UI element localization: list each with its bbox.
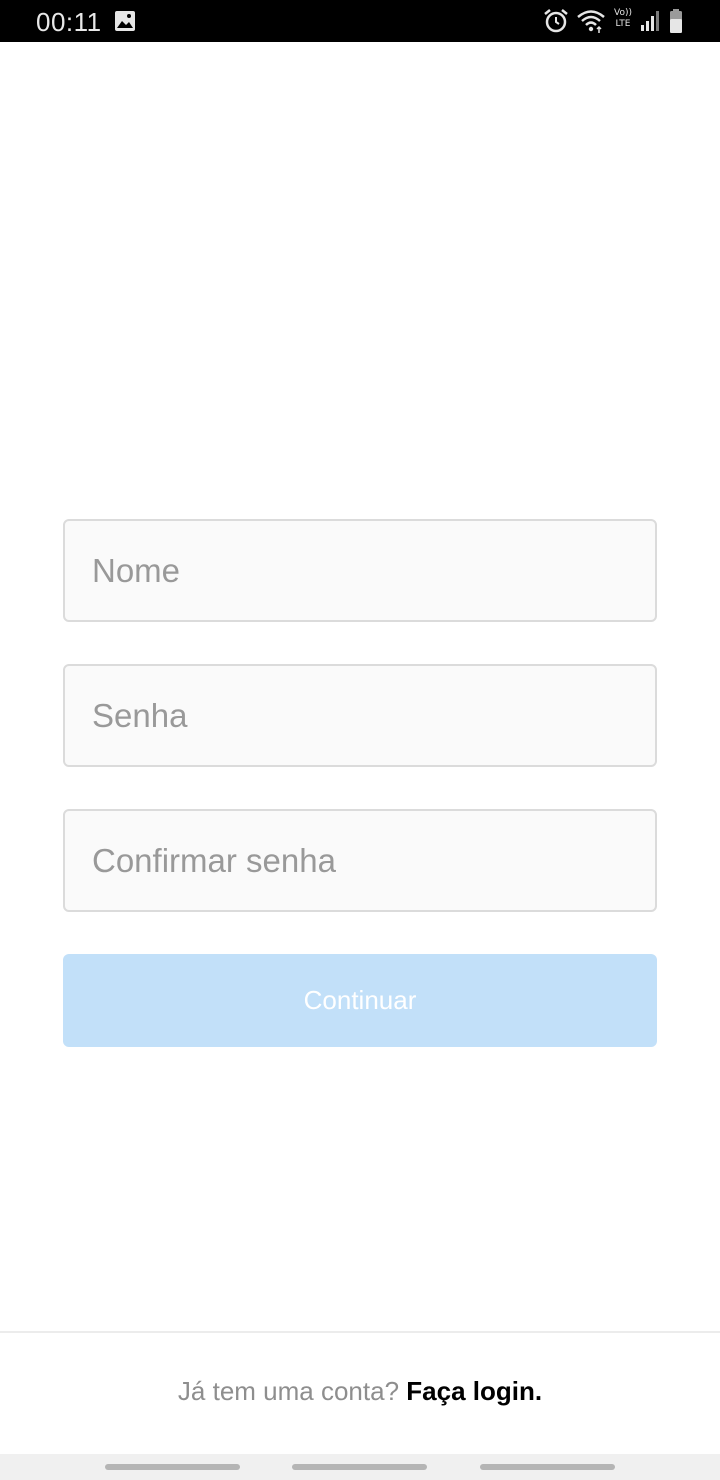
battery-icon	[670, 9, 682, 33]
signal-icon	[641, 11, 659, 31]
confirm-password-input[interactable]	[92, 841, 628, 880]
nav-back-button[interactable]	[480, 1464, 615, 1470]
login-link[interactable]: Faça login.	[406, 1376, 542, 1406]
footer-divider	[0, 1331, 720, 1333]
nav-recents-button[interactable]	[105, 1464, 240, 1470]
volte-icon: Vo)) LTE	[614, 8, 632, 29]
name-field[interactable]	[63, 519, 657, 622]
name-input[interactable]	[92, 551, 628, 590]
status-bar: 00:11 Vo)) LTE	[0, 0, 720, 42]
nav-home-button[interactable]	[292, 1464, 427, 1470]
navigation-bar	[0, 1454, 720, 1480]
wifi-icon	[577, 10, 605, 33]
password-field[interactable]	[63, 664, 657, 767]
login-prompt-text: Já tem uma conta?	[177, 1376, 407, 1406]
login-prompt: Já tem uma conta? Faça login.	[0, 1376, 720, 1407]
status-time: 00:11	[36, 7, 102, 37]
alarm-icon	[544, 9, 568, 33]
confirm-password-field[interactable]	[63, 809, 657, 912]
password-input[interactable]	[92, 696, 628, 735]
gallery-icon	[115, 11, 135, 31]
continue-button[interactable]: Continuar	[63, 954, 657, 1047]
